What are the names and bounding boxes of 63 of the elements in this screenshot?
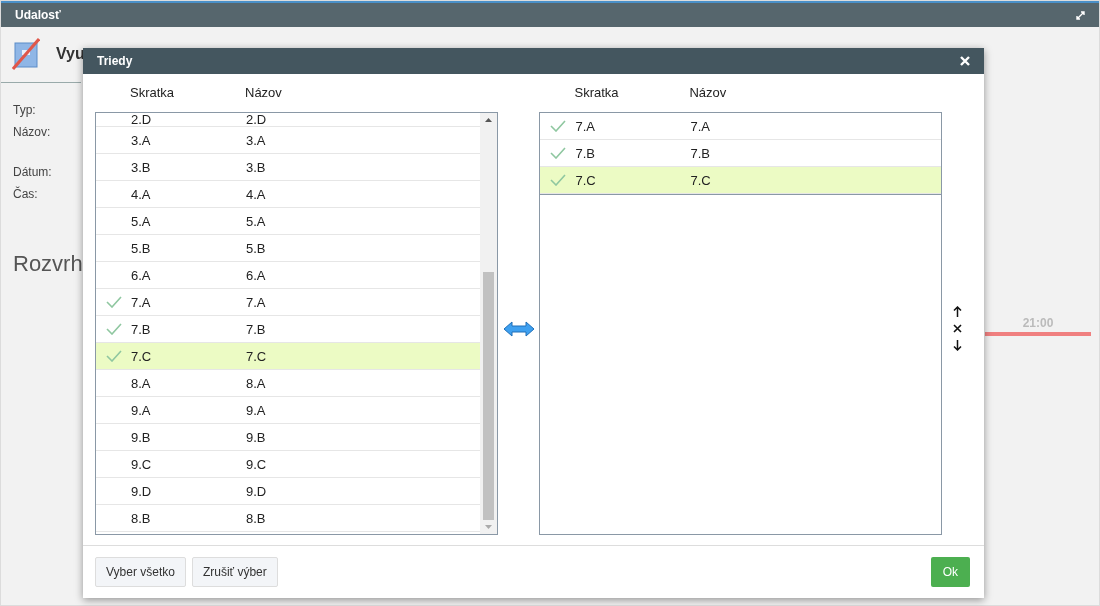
footer-button[interactable]: Vyber všetko: [95, 557, 186, 587]
name-cell: 2.D: [246, 113, 267, 126]
column-header: Skratka: [130, 84, 176, 103]
code-cell-text: 3.A: [131, 133, 152, 147]
name-cell: 9.A: [246, 403, 266, 417]
code-cell-text: 7.A: [575, 119, 596, 133]
list-row[interactable]: 7.C 7.C: [540, 167, 942, 194]
field-label: Názov:: [13, 124, 51, 141]
close-button[interactable]: [960, 56, 970, 66]
code-cell-text: 7.C: [131, 349, 153, 363]
code-cell-text: 9.C: [131, 457, 153, 471]
column-header: Názov: [689, 84, 727, 103]
expand-icon[interactable]: [1076, 10, 1085, 20]
code-cell-text: 2.D: [131, 113, 153, 126]
code-cell-text: 7.B: [575, 146, 596, 160]
name-cell: 9.D: [246, 484, 267, 498]
code-cell-text: 9.B: [131, 430, 152, 444]
dialog-title: Triedy: [97, 53, 133, 70]
code-cell-text: 5.B: [131, 241, 152, 255]
footer-button[interactable]: Zrušiť výber: [191, 557, 278, 587]
arrow-up-icon[interactable]: [952, 306, 962, 317]
column-header: Názov: [245, 84, 282, 103]
name-cell: 4.A: [246, 187, 266, 201]
field-label: Čas:: [13, 185, 38, 203]
code-cell-text: 7.A: [131, 295, 152, 309]
name-cell: 7.A: [246, 295, 266, 309]
name-cell: 3.B: [246, 160, 266, 174]
calendar-crossed-icon: [12, 38, 40, 70]
code-cell-text: 3.B: [131, 160, 152, 174]
list-row[interactable]: 7.C 7.C: [96, 343, 480, 370]
name-cell: 8.A: [246, 376, 266, 390]
code-cell-text: 5.A: [131, 214, 152, 228]
code-cell-text: 9.D: [131, 484, 153, 498]
remove-icon[interactable]: [952, 324, 962, 333]
window-title: Udalosť: [15, 7, 61, 24]
swap-arrows-icon[interactable]: [502, 320, 535, 337]
name-cell: 6.A: [246, 268, 266, 282]
name-cell: 3.A: [246, 133, 266, 147]
code-cell-text: 8.A: [131, 376, 152, 390]
field-label: Typ:: [13, 102, 36, 119]
column-header: Skratka: [574, 84, 620, 103]
field-label: Dátum:: [13, 164, 52, 181]
code-cell-text: 7.C: [575, 173, 597, 187]
name-cell: 9.C: [246, 457, 267, 471]
name-cell: 7.C: [246, 349, 267, 363]
name-cell: 5.A: [246, 214, 266, 228]
name-cell: 5.B: [246, 241, 266, 255]
scroll-up-icon[interactable]: [484, 118, 492, 122]
code-cell-text: 6.A: [131, 268, 152, 282]
code-cell-text: 7.B: [131, 322, 152, 336]
code-cell-text: 4.A: [131, 187, 152, 201]
section-title: Rozvrh: [13, 250, 83, 278]
name-cell: 7.C: [690, 173, 711, 187]
name-cell: 7.B: [690, 146, 710, 160]
arrow-down-icon[interactable]: [952, 340, 962, 351]
code-cell-text: 8.B: [131, 511, 152, 525]
name-cell: 7.A: [690, 119, 710, 133]
name-cell: 8.B: [246, 511, 266, 525]
code-cell-text: 9.A: [131, 403, 152, 417]
name-cell: 7.B: [246, 322, 266, 336]
list-row[interactable]: 2.D 2.D: [96, 113, 480, 127]
name-cell: 9.B: [246, 430, 266, 444]
scroll-thumb[interactable]: [482, 272, 494, 520]
